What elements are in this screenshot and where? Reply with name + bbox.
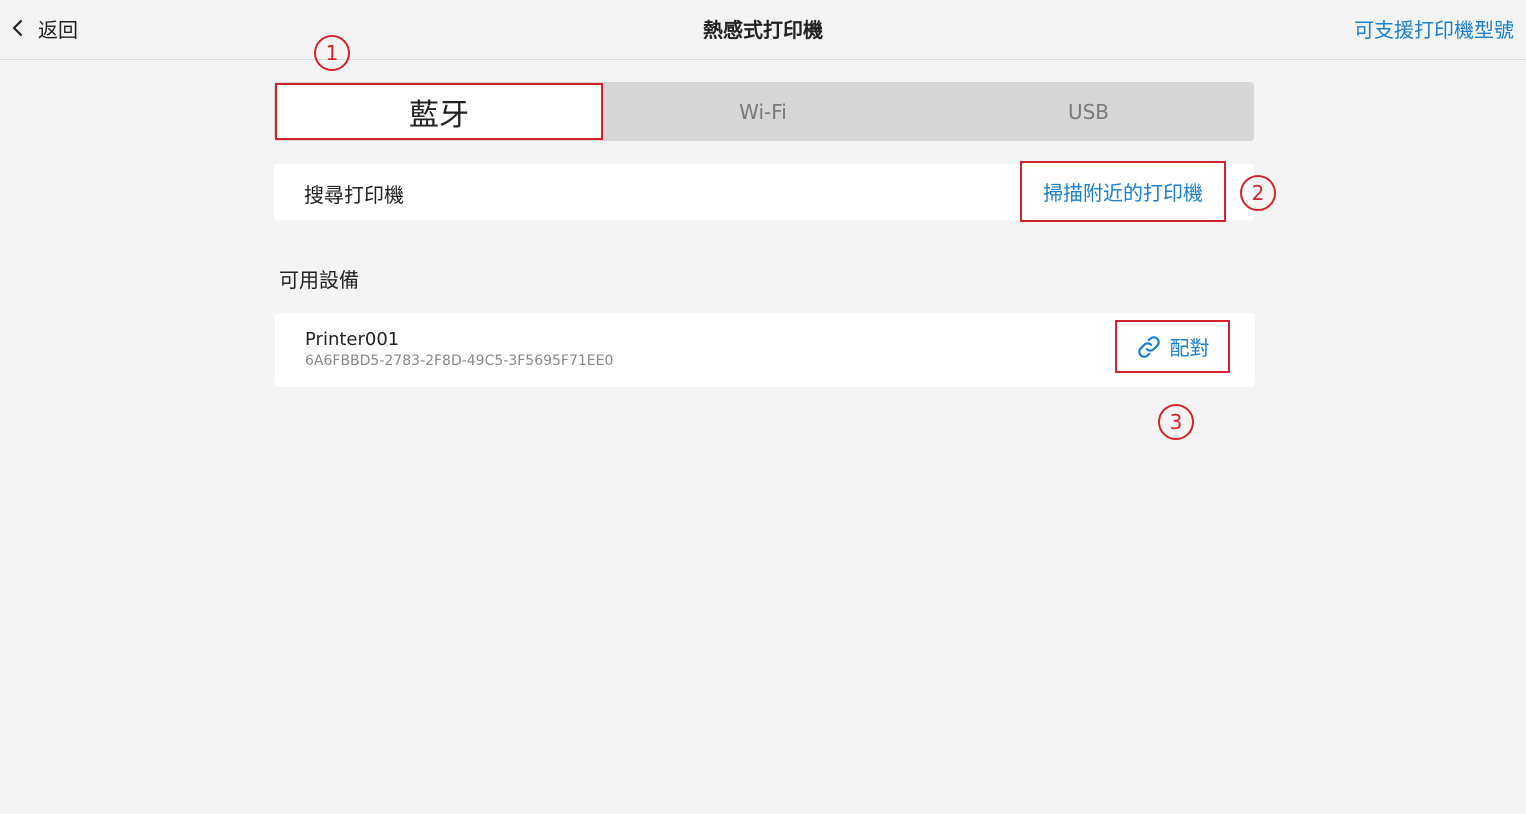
scan-nearby-printers-button[interactable]: 掃描附近的打印機 xyxy=(1020,161,1226,222)
available-devices-title: 可用設備 xyxy=(279,268,359,292)
connection-tabs: 藍牙 Wi-Fi USB xyxy=(274,82,1254,141)
device-id: 6A6FBBD5-2783-2F8D-49C5-3F5695F71EE0 xyxy=(305,353,614,369)
annotation-marker-1: 1 xyxy=(314,35,350,71)
top-bar: 返回 熱感式打印機 可支援打印機型號 xyxy=(0,0,1526,60)
supported-models-link[interactable]: 可支援打印機型號 xyxy=(1354,14,1514,43)
pair-button[interactable]: 配對 xyxy=(1115,320,1230,373)
tab-usb[interactable]: USB xyxy=(923,82,1254,141)
search-printer-row: 搜尋打印機 掃描附近的打印機 xyxy=(274,161,1254,222)
tab-bluetooth[interactable]: 藍牙 xyxy=(275,83,603,140)
pair-label: 配對 xyxy=(1169,336,1210,360)
device-name: Printer001 xyxy=(305,329,400,350)
link-icon xyxy=(1137,335,1160,358)
annotation-marker-3: 3 xyxy=(1158,404,1194,440)
annotation-marker-2: 2 xyxy=(1240,175,1276,211)
page-title: 熱感式打印機 xyxy=(703,18,823,42)
device-list-item: Printer001 6A6FBBD5-2783-2F8D-49C5-3F569… xyxy=(275,313,1255,387)
search-printer-label: 搜尋打印機 xyxy=(304,183,404,207)
tab-wifi[interactable]: Wi-Fi xyxy=(603,82,923,141)
